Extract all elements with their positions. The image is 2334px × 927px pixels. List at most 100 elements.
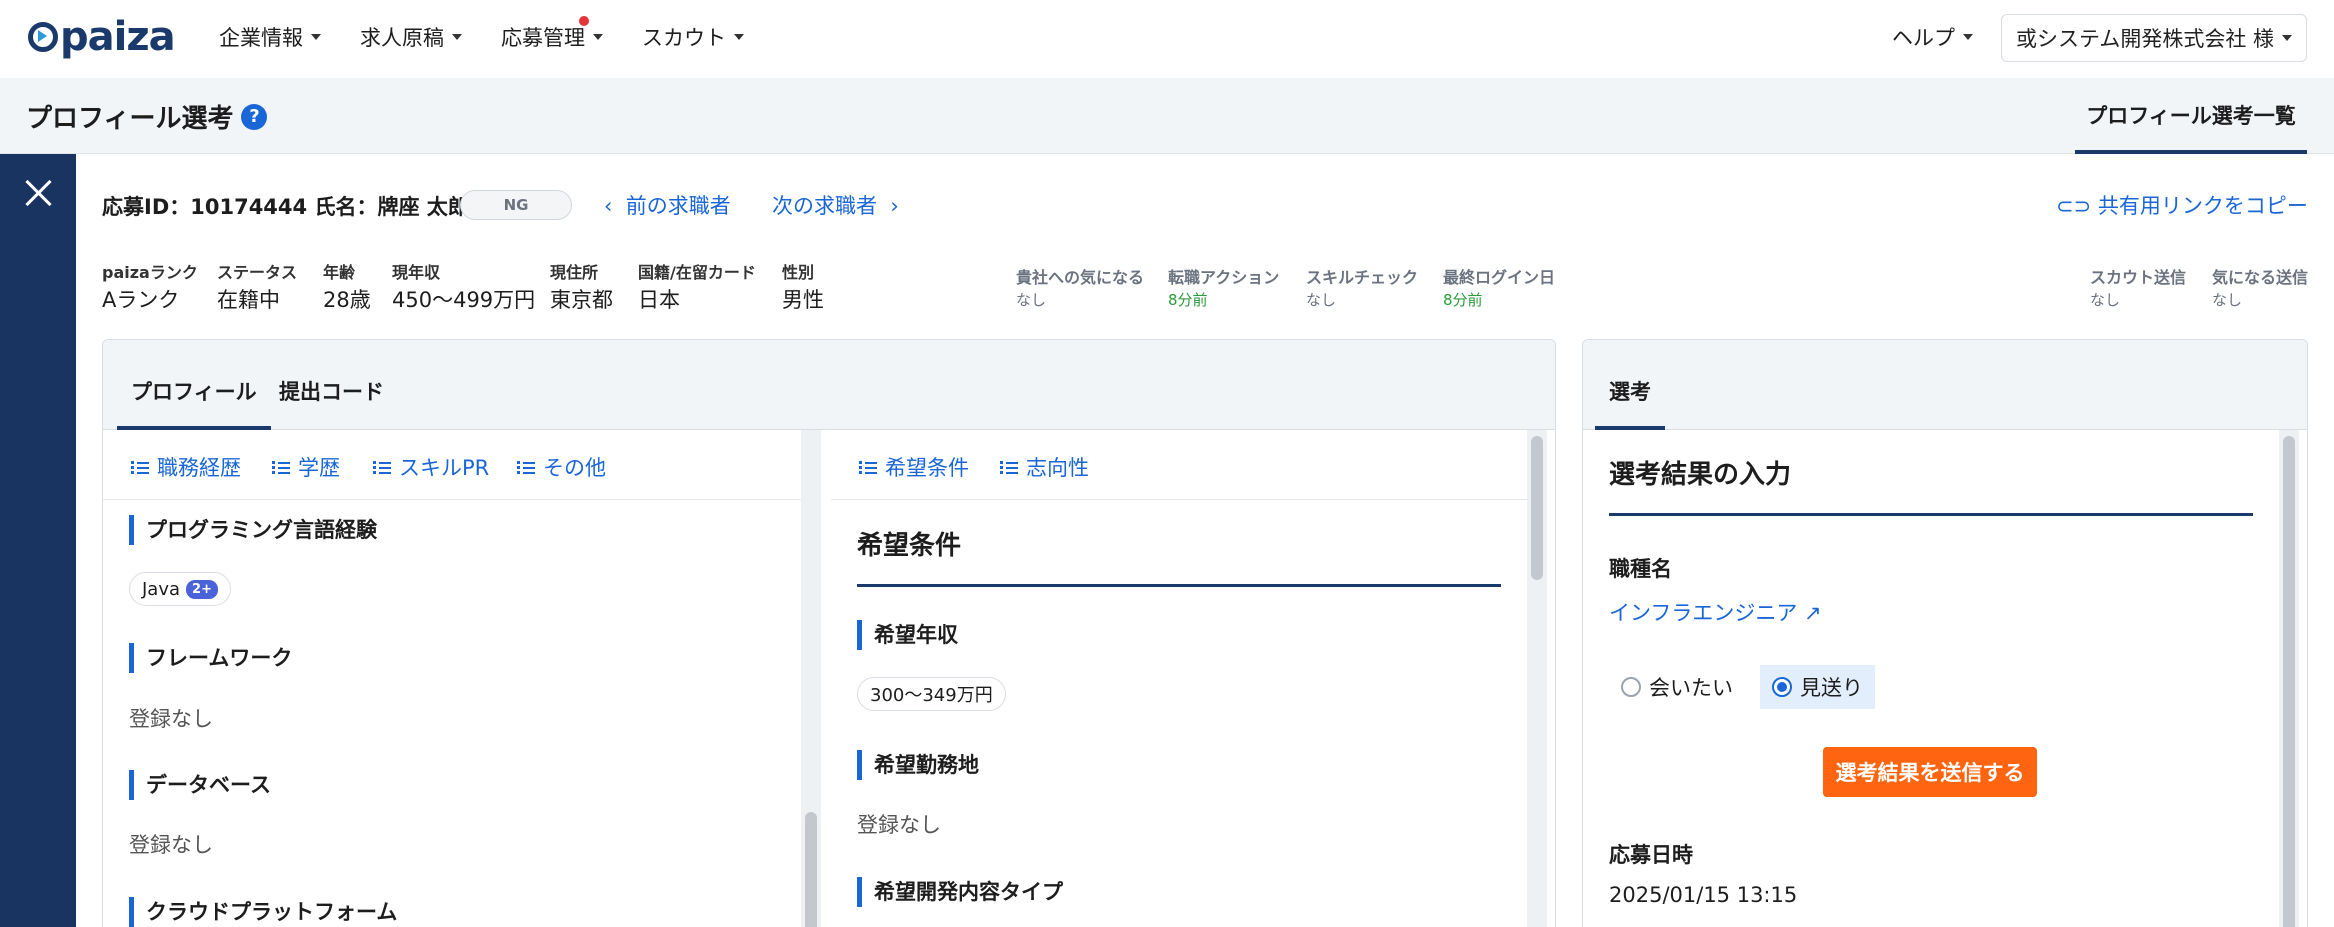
page-title: プロフィール選考 ? <box>26 98 268 135</box>
nav-company-info[interactable]: 企業情報 <box>219 22 321 52</box>
company-menu-button[interactable]: 或システム開発株式会社 様 <box>2001 14 2307 62</box>
info-label-rank: paizaランク <box>102 263 198 282</box>
info-value-salary: 450〜499万円 <box>392 288 536 312</box>
desired-conditions-title: 希望条件 <box>857 525 1501 587</box>
sub-link-orientation-label: 志向性 <box>1026 456 1089 480</box>
nav-job-posting-label: 求人原稿 <box>360 26 444 50</box>
language-chip-label: Java <box>142 578 181 600</box>
info-value-status: 在籍中 <box>217 288 280 312</box>
left-sub-nav: 職務経歴 学歴 スキルPR その他 <box>103 430 801 500</box>
desired-location-value: 登録なし <box>857 813 941 837</box>
help-menu[interactable]: ヘルプ <box>1892 22 1973 52</box>
job-title-link-label: インフラエンジニア <box>1609 601 1798 625</box>
info-value-address: 東京都 <box>550 288 613 312</box>
list-icon <box>517 460 535 474</box>
list-icon <box>373 460 391 474</box>
next-applicant-label: 次の求職者 <box>772 194 877 218</box>
job-title-link[interactable]: インフラエンジニア ↗ <box>1609 597 1822 627</box>
nav-job-posting[interactable]: 求人原稿 <box>360 22 462 52</box>
sub-link-work-history[interactable]: 職務経歴 <box>131 452 241 482</box>
language-chip: Java 2+ <box>129 572 231 606</box>
activity-label-skillcheck: スキルチェック <box>1306 268 1419 287</box>
info-value-gender: 男性 <box>782 288 824 312</box>
submit-selection-result-button[interactable]: 選考結果を送信する <box>1823 747 2037 797</box>
close-icon[interactable] <box>24 178 54 208</box>
page-header: プロフィール選考 ? プロフィール選考一覧 <box>0 78 2334 154</box>
job-title-label: 職種名 <box>1609 557 1672 581</box>
sub-link-skill-pr[interactable]: スキルPR <box>373 452 489 482</box>
chevron-down-icon <box>593 34 603 40</box>
profile-panel: プロフィール 提出コード 職務経歴 学歴 スキルPR その他 プログラミング言語… <box>102 339 1556 927</box>
sub-link-desired-conditions[interactable]: 希望条件 <box>859 452 969 482</box>
prev-applicant-label: 前の求職者 <box>625 194 731 218</box>
page-title-text: プロフィール選考 <box>26 104 234 134</box>
radio-want-to-meet-label: 会いたい <box>1649 676 1733 700</box>
section-title-databases: データベース <box>129 770 271 800</box>
right-scrollbar-thumb[interactable] <box>1531 436 1543 580</box>
paiza-logo-icon <box>28 22 58 52</box>
selection-scrollbar-thumb[interactable] <box>2283 436 2295 927</box>
next-applicant-link[interactable]: 次の求職者 › <box>772 190 899 220</box>
logo-text: paiza <box>60 14 176 60</box>
sub-link-education[interactable]: 学歴 <box>272 452 340 482</box>
radio-decline-label: 見送り <box>1800 676 1863 700</box>
prev-applicant-link[interactable]: ‹ 前の求職者 <box>604 190 731 220</box>
chevron-down-icon <box>1963 34 1973 40</box>
chevron-down-icon <box>734 34 744 40</box>
left-scrollbar-thumb[interactable] <box>805 812 817 927</box>
application-date-label: 応募日時 <box>1609 843 1693 867</box>
sub-link-orientation[interactable]: 志向性 <box>1000 452 1089 482</box>
chevron-down-icon <box>311 34 321 40</box>
chevron-down-icon <box>2282 35 2293 41</box>
selection-scrollbar[interactable] <box>2279 430 2299 927</box>
top-nav: paiza 企業情報 求人原稿 応募管理 スカウト ヘルプ 或システム開発株式会… <box>0 0 2334 78</box>
section-title-cloud: クラウドプラットフォーム <box>129 897 397 927</box>
activity-value-scout: なし <box>2090 291 2121 309</box>
info-value-age: 28歳 <box>323 288 371 312</box>
list-icon <box>859 460 877 474</box>
help-icon[interactable]: ? <box>241 103 268 130</box>
profile-panel-tabs: プロフィール 提出コード <box>103 340 1555 430</box>
info-label-status: ステータス <box>217 263 298 282</box>
paiza-logo[interactable]: paiza <box>28 14 176 60</box>
radio-want-to-meet[interactable]: 会いたい <box>1609 665 1745 709</box>
activity-value-career: 8分前 <box>1168 291 1208 309</box>
sub-link-other[interactable]: その他 <box>517 452 606 482</box>
radio-want-to-meet-circle[interactable] <box>1621 677 1641 697</box>
activity-label-kininaru: 気になる送信 <box>2212 268 2309 287</box>
right-scrollbar[interactable] <box>1527 430 1547 927</box>
sub-link-desired-conditions-label: 希望条件 <box>885 456 969 480</box>
radio-decline-circle[interactable] <box>1772 677 1792 697</box>
tab-profile[interactable]: プロフィール <box>117 376 271 430</box>
info-label-salary: 現年収 <box>392 263 441 282</box>
status-badge: NG <box>460 190 572 220</box>
applicant-id-name: 応募ID：10174444 氏名：牌座 太郎 <box>102 195 469 219</box>
tab-selection[interactable]: 選考 <box>1595 376 1665 430</box>
copy-share-link[interactable]: ⊂⊃ 共有用リンクをコピー <box>2056 190 2308 220</box>
application-date-value: 2025/01/15 13:15 <box>1609 883 1798 907</box>
left-scrollbar[interactable] <box>801 430 821 927</box>
radio-decline[interactable]: 見送り <box>1760 665 1875 709</box>
tab-profile-selection-list[interactable]: プロフィール選考一覧 <box>2075 100 2307 154</box>
nav-scout-label: スカウト <box>642 26 726 50</box>
info-label-gender: 性別 <box>782 263 815 282</box>
side-bar <box>0 154 76 927</box>
info-label-nationality: 国籍/在留カード <box>638 263 756 282</box>
link-icon: ⊂⊃ <box>2056 194 2098 218</box>
activity-value-skillcheck: なし <box>1306 291 1337 309</box>
tab-submitted-code[interactable]: 提出コード <box>279 376 384 426</box>
sub-link-skill-pr-label: スキルPR <box>399 456 490 480</box>
chevron-left-icon: ‹ <box>604 194 626 218</box>
activity-value-kininaru: なし <box>2212 291 2243 309</box>
nav-applications[interactable]: 応募管理 <box>501 22 603 52</box>
nav-scout[interactable]: スカウト <box>642 22 744 52</box>
nav-company-info-label: 企業情報 <box>219 26 303 50</box>
right-sub-nav: 希望条件 志向性 <box>831 430 1527 500</box>
copy-share-link-label: 共有用リンクをコピー <box>2097 194 2308 218</box>
notification-dot <box>579 16 589 26</box>
databases-value: 登録なし <box>129 833 213 857</box>
external-link-icon: ↗ <box>1797 601 1822 625</box>
section-title-languages: プログラミング言語経験 <box>129 515 377 545</box>
activity-value-last-login: 8分前 <box>1443 291 1483 309</box>
activity-value-interest: なし <box>1016 291 1047 309</box>
